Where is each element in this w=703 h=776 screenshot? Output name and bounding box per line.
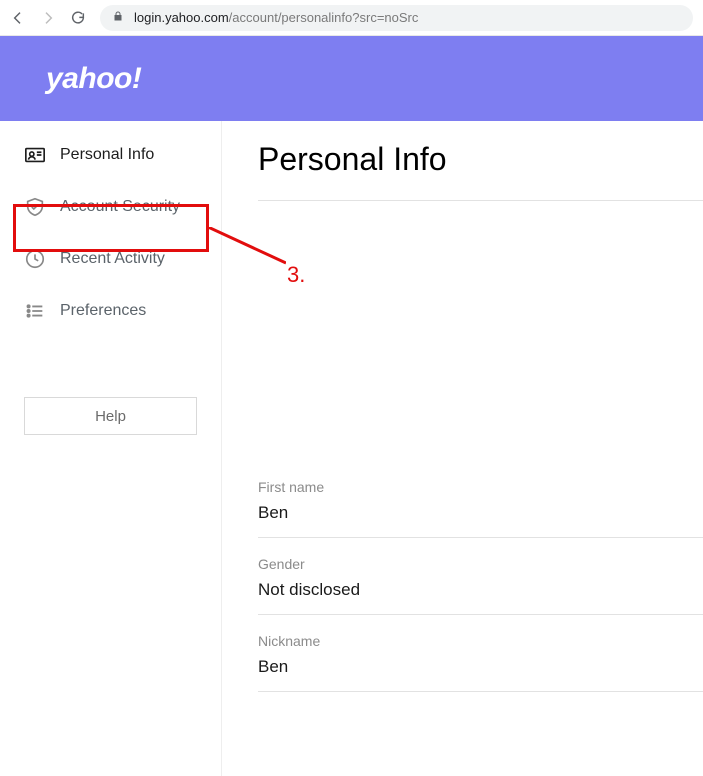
sidebar-item-label: Personal Info xyxy=(60,146,154,164)
id-card-icon xyxy=(24,144,46,166)
clock-icon xyxy=(24,248,46,270)
sidebar-item-personal-info[interactable]: Personal Info xyxy=(0,129,221,181)
sidebar-item-preferences[interactable]: Preferences xyxy=(0,285,221,337)
back-button[interactable] xyxy=(10,10,26,26)
field-gender[interactable]: Gender Not disclosed xyxy=(258,538,703,615)
main-content: Personal Info First name Ben Gender Not … xyxy=(222,121,703,776)
shield-check-icon xyxy=(24,196,46,218)
help-button[interactable]: Help xyxy=(24,397,197,435)
field-label: Nickname xyxy=(258,633,703,649)
address-bar[interactable]: login.yahoo.com/account/personalinfo?src… xyxy=(100,5,693,31)
browser-toolbar: login.yahoo.com/account/personalinfo?src… xyxy=(0,0,703,36)
field-value: Ben xyxy=(258,657,703,677)
field-value: Ben xyxy=(258,503,703,523)
page-title: Personal Info xyxy=(258,141,703,178)
reload-button[interactable] xyxy=(70,10,86,26)
sidebar-item-label: Preferences xyxy=(60,302,146,320)
divider xyxy=(258,200,703,201)
field-label: Gender xyxy=(258,556,703,572)
sidebar-item-account-security[interactable]: Account Security xyxy=(0,181,221,233)
sidebar: Personal Info Account Security Recent Ac… xyxy=(0,121,222,776)
sidebar-item-label: Account Security xyxy=(60,198,180,216)
field-label: First name xyxy=(258,479,703,495)
sidebar-item-label: Recent Activity xyxy=(60,250,165,268)
field-nickname[interactable]: Nickname Ben xyxy=(258,615,703,692)
sidebar-item-recent-activity[interactable]: Recent Activity xyxy=(0,233,221,285)
field-value: Not disclosed xyxy=(258,580,703,600)
lock-icon xyxy=(112,10,124,25)
field-first-name[interactable]: First name Ben xyxy=(258,461,703,538)
page-header: yahoo! xyxy=(0,36,703,121)
list-icon xyxy=(24,300,46,322)
url-text: login.yahoo.com/account/personalinfo?src… xyxy=(134,10,418,25)
yahoo-logo[interactable]: yahoo! xyxy=(46,62,141,96)
forward-button[interactable] xyxy=(40,10,56,26)
